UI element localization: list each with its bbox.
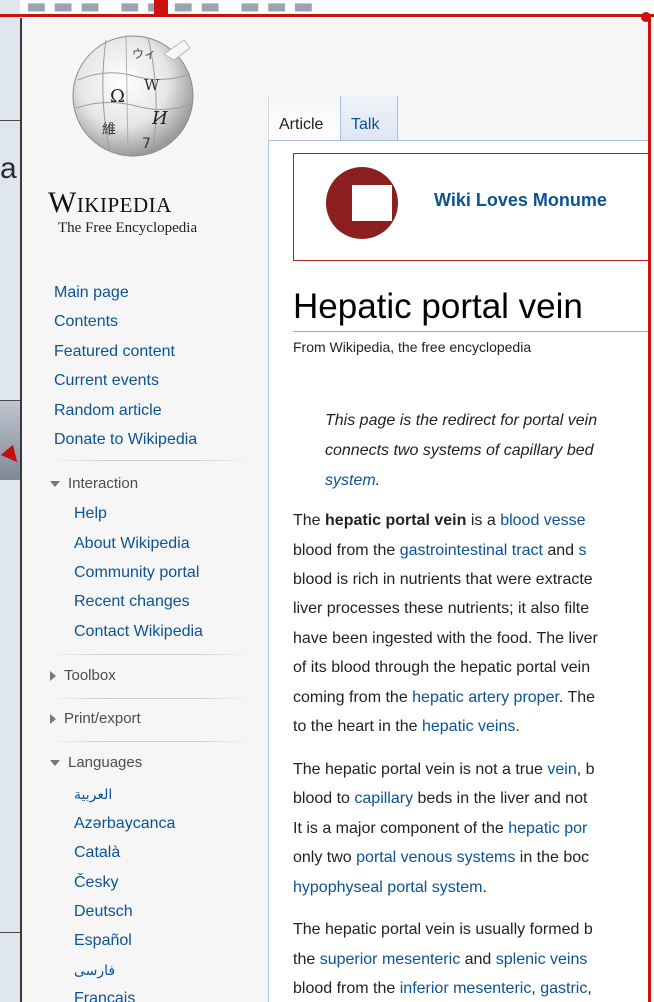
article-link[interactable]: portal venous systems xyxy=(356,849,515,866)
annotation-dot xyxy=(641,12,651,22)
hatnote-line: system. xyxy=(325,472,381,489)
wikipedia-tagline: The Free Encyclopedia xyxy=(58,220,198,236)
logo-glyph: Ω xyxy=(110,86,125,107)
background-window-edge xyxy=(0,0,20,1002)
article-text-line: have been ingested with the food. The li… xyxy=(293,630,598,647)
wikipedia-globe-logo-icon[interactable]: Ω W И 維 7 ウィ xyxy=(66,30,201,160)
annotation-line xyxy=(648,14,651,1002)
article-text-line: The hepatic portal vein is usually forme… xyxy=(293,921,593,938)
article-link[interactable]: hypophyseal portal system xyxy=(293,879,482,896)
portal-divider xyxy=(50,460,250,461)
article-text-line: It is a major component of the hepatic p… xyxy=(293,820,588,837)
toolbox-header-label: Toolbox xyxy=(64,667,116,684)
languages-header-label: Languages xyxy=(68,754,143,771)
article-text-line: blood is rich in nutrients that were ext… xyxy=(293,571,593,588)
article-text-line: blood to capillary beds in the liver and… xyxy=(293,790,588,807)
article-link[interactable]: s xyxy=(579,542,587,559)
background-shadow xyxy=(0,400,20,480)
article-text-line: of its blood through the hepatic portal … xyxy=(293,659,591,676)
article-text-line: blood from the inferior mesenteric, gast… xyxy=(293,980,592,997)
languages-header[interactable]: Languages xyxy=(50,754,142,771)
article-text-line: the superior mesenteric and splenic vein… xyxy=(293,951,588,968)
logo-glyph: W xyxy=(144,76,160,94)
site-notice-banner[interactable]: Wiki Loves Monume xyxy=(293,153,650,261)
expand-arrow-icon xyxy=(50,714,56,725)
background-divider xyxy=(0,932,20,933)
screen: ▬▬▬ ▬▬▬▬ ▬▬▬ a Ω W И 維 7 ウィ Wikipedia Th… xyxy=(0,0,654,1002)
article-link[interactable]: superior mesenteric xyxy=(320,951,461,968)
portal-divider xyxy=(50,698,250,699)
hatnote-line: This page is the redirect for portal vei… xyxy=(325,412,598,429)
interaction-header[interactable]: Interaction xyxy=(50,475,138,492)
language-link[interactable]: العربية xyxy=(74,786,112,803)
background-glyph: a xyxy=(0,152,17,185)
article-text-line: The hepatic portal vein is a blood vesse xyxy=(293,512,586,529)
article-text-line: liver processes these nutrients; it also… xyxy=(293,600,590,617)
nav-random-article[interactable]: Random article xyxy=(54,402,162,420)
nav-recent-changes[interactable]: Recent changes xyxy=(74,593,190,611)
logo-glyph: 7 xyxy=(142,136,151,152)
tab-article[interactable]: Article xyxy=(268,96,341,140)
nav-main-page[interactable]: Main page xyxy=(54,284,129,302)
hatnote-link[interactable]: system xyxy=(325,472,376,489)
portal-divider xyxy=(50,654,250,655)
page-title: Hepatic portal vein xyxy=(293,287,583,326)
article-link[interactable]: inferior mesenteric xyxy=(400,980,532,997)
nav-current-events[interactable]: Current events xyxy=(54,372,159,390)
article-link[interactable]: hepatic artery proper xyxy=(412,689,559,706)
banner-link[interactable]: Wiki Loves Monume xyxy=(434,190,607,211)
language-link[interactable]: Français xyxy=(74,990,135,1002)
nav-community-portal[interactable]: Community portal xyxy=(74,564,199,582)
nav-featured-content[interactable]: Featured content xyxy=(54,343,175,361)
background-divider xyxy=(0,120,20,121)
nav-help[interactable]: Help xyxy=(74,505,107,523)
print-export-header-label: Print/export xyxy=(64,710,141,727)
article-link[interactable]: splenic veins xyxy=(496,951,588,968)
bold-term: hepatic portal vein xyxy=(325,512,467,529)
site-sub: From Wikipedia, the free encyclopedia xyxy=(293,339,532,355)
article-text-line: hypophyseal portal system. xyxy=(293,879,487,896)
annotation-line xyxy=(0,14,654,17)
logo-glyph: ウィ xyxy=(132,47,156,61)
nav-contact-wikipedia[interactable]: Contact Wikipedia xyxy=(74,623,203,641)
article-text-line: coming from the hepatic artery proper. T… xyxy=(293,689,596,706)
language-link[interactable]: Català xyxy=(74,844,120,862)
language-link[interactable]: Azərbaycanca xyxy=(74,815,175,833)
tab-talk[interactable]: Talk xyxy=(340,96,398,140)
language-link[interactable]: Deutsch xyxy=(74,903,133,921)
title-divider xyxy=(293,331,650,332)
article-link[interactable]: hepatic por xyxy=(508,820,587,837)
nav-about-wikipedia[interactable]: About Wikipedia xyxy=(74,535,190,553)
wikipedia-window: Ω W И 維 7 ウィ Wikipedia The Free Encyclop… xyxy=(20,18,650,1002)
interaction-header-label: Interaction xyxy=(68,475,139,492)
article-text-line: blood from the gastrointestinal tract an… xyxy=(293,542,587,559)
article-text-line: only two portal venous systems in the bo… xyxy=(293,849,590,866)
logo-glyph: И xyxy=(151,108,168,129)
wikipedia-wordmark: Wikipedia xyxy=(48,186,172,219)
language-link[interactable]: Česky xyxy=(74,874,118,892)
background-divider xyxy=(0,400,20,401)
toolbox-header[interactable]: Toolbox xyxy=(50,667,116,684)
article-link[interactable]: vein xyxy=(547,761,576,778)
hatnote-line: connects two systems of capillary bed xyxy=(325,442,594,459)
nav-contents[interactable]: Contents xyxy=(54,313,118,331)
article-text-line: to the heart in the hepatic veins. xyxy=(293,718,520,735)
monument-logo-icon xyxy=(326,167,398,239)
portal-divider xyxy=(50,741,250,742)
expand-arrow-icon xyxy=(50,671,56,682)
language-link[interactable]: Español xyxy=(74,932,132,950)
article-text-line: The hepatic portal vein is not a true ve… xyxy=(293,761,595,778)
nav-donate[interactable]: Donate to Wikipedia xyxy=(54,431,197,449)
article-link[interactable]: gastrointestinal tract xyxy=(400,542,543,559)
article-link[interactable]: capillary xyxy=(354,790,413,807)
article-content: Wiki Loves Monume Hepatic portal vein Fr… xyxy=(268,140,650,1002)
logo-glyph: 維 xyxy=(102,122,116,138)
print-export-header[interactable]: Print/export xyxy=(50,710,141,727)
article-link[interactable]: gastric xyxy=(540,980,587,997)
language-link[interactable]: فارسی xyxy=(74,962,115,979)
collapse-arrow-icon xyxy=(50,481,60,488)
collapse-arrow-icon xyxy=(50,760,60,767)
article-link[interactable]: hepatic veins xyxy=(422,718,515,735)
article-link[interactable]: blood vesse xyxy=(500,512,585,529)
